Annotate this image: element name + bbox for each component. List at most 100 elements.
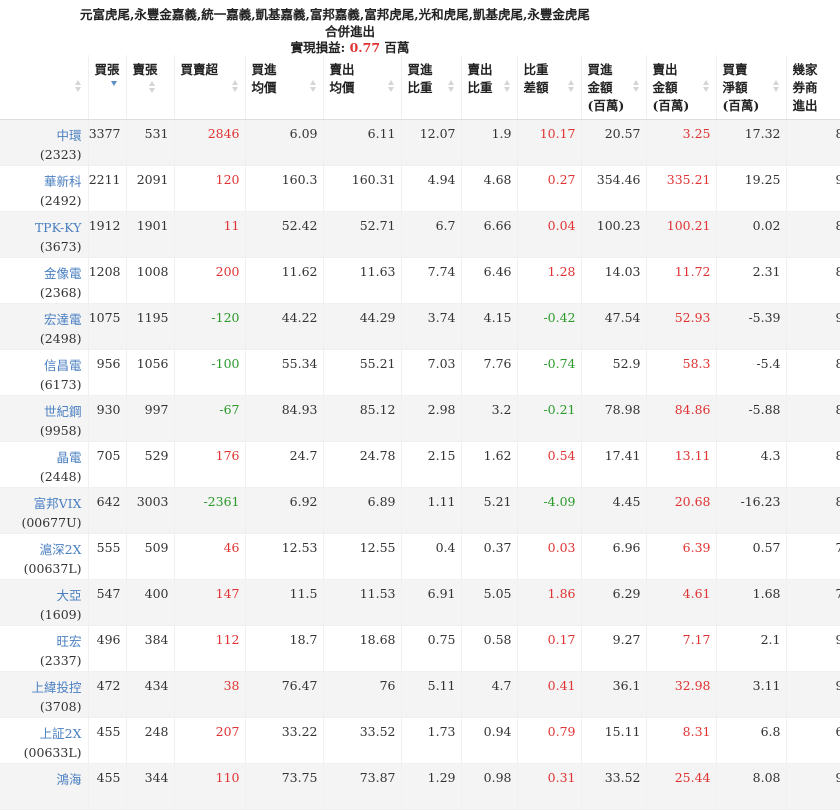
cell-diff: -4.09: [517, 487, 582, 534]
sort-icon[interactable]: [772, 78, 780, 94]
stock-cell[interactable]: 信昌電 (6173): [0, 349, 89, 396]
cell-sw: 6.46: [461, 257, 518, 304]
stock-code: (3708): [39, 698, 82, 714]
sort-desc-icon[interactable]: [110, 79, 118, 88]
sort-icon[interactable]: [632, 78, 640, 94]
stock-cell[interactable]: 晶電 (2448): [0, 441, 89, 488]
cell-cnt: 8: [786, 349, 840, 396]
stock-name-link[interactable]: 富邦VIX: [0, 494, 82, 513]
stock-name-link[interactable]: 中環: [0, 126, 81, 145]
cell-net: -67: [174, 395, 246, 442]
cell-namt: 17.32: [716, 119, 787, 166]
stock-cell[interactable]: 旺宏 (2337): [0, 625, 89, 672]
cell-bavg: 18.7: [245, 625, 324, 672]
stock-cell[interactable]: 上緯投控 (3708): [0, 671, 89, 718]
sort-icon[interactable]: [309, 78, 317, 94]
stock-cell[interactable]: 宏達電 (2498): [0, 303, 89, 350]
stock-cell[interactable]: 世紀鋼 (9958): [0, 395, 89, 442]
table-row: 大亞 (1609) 547 400 147 11.5 11.53 6.91 5.05 1.86 6.…: [0, 579, 840, 626]
col-header-weight-diff[interactable]: 比重 差額: [517, 55, 582, 120]
col-header-sell-amount[interactable]: 賣出 金額 (百萬): [646, 55, 717, 120]
stock-code: (2448): [39, 468, 82, 484]
sort-icon[interactable]: [567, 78, 575, 94]
stock-cell[interactable]: 鴻海: [0, 763, 89, 810]
sort-icon[interactable]: [503, 78, 511, 94]
col-header-broker-count[interactable]: 幾家 券商 進出: [786, 55, 840, 120]
stock-name-link[interactable]: 信昌電: [0, 356, 82, 375]
cell-bamt: 6.96: [581, 533, 647, 580]
col-header-buy-amount[interactable]: 買進 金額 (百萬): [581, 55, 647, 120]
table-row: 鴻海 455 344 110 73.75 73.87 1.29 0.98 0.31 33.52 25…: [0, 763, 840, 810]
stock-name-link[interactable]: 上緯投控: [0, 678, 81, 697]
cell-sw: 0.98: [461, 763, 518, 810]
stock-cell[interactable]: 上証2X (00633L): [0, 717, 89, 764]
cell-buy: 1912: [88, 211, 127, 258]
cell-net: 147: [174, 579, 246, 626]
cell-sell: 248: [126, 717, 175, 764]
col-header-stock[interactable]: [0, 55, 89, 120]
cell-sell: 344: [126, 763, 175, 810]
cell-cnt: 8: [786, 211, 840, 258]
stock-code: (9958): [39, 422, 82, 438]
sort-icon[interactable]: [387, 78, 395, 94]
sort-icon[interactable]: [231, 78, 239, 94]
stock-cell[interactable]: 金像電 (2368): [0, 257, 89, 304]
stock-cell[interactable]: 滬深2X (00637L): [0, 533, 89, 580]
stock-cell[interactable]: 富邦VIX (00677U): [0, 487, 89, 534]
cell-diff: 0.79: [517, 717, 582, 764]
cell-bw: 1.29: [401, 763, 462, 810]
cell-sw: 7.76: [461, 349, 518, 396]
cell-bavg: 44.22: [245, 303, 324, 350]
stock-name-link[interactable]: 上証2X: [0, 724, 82, 743]
stock-cell[interactable]: 大亞 (1609): [0, 579, 89, 626]
stock-name-link[interactable]: TPK-KY: [0, 218, 82, 237]
stock-name-link[interactable]: 滬深2X: [0, 540, 82, 559]
cell-sw: 5.05: [461, 579, 518, 626]
stock-name-link[interactable]: 金像電: [0, 264, 82, 283]
cell-bavg: 160.3: [245, 165, 324, 212]
cell-samt: 58.3: [646, 349, 717, 396]
cell-bw: 2.98: [401, 395, 462, 442]
col-header-net-amount[interactable]: 買賣 淨額 (百萬): [716, 55, 787, 120]
cell-diff: -0.42: [517, 303, 582, 350]
stock-code: (00633L): [23, 744, 82, 760]
stock-name-link[interactable]: 晶電: [0, 448, 81, 467]
cell-bw: 7.74: [401, 257, 462, 304]
col-header-buy-weight[interactable]: 買進 比重: [401, 55, 462, 120]
stock-cell[interactable]: TPK-KY (3673): [0, 211, 89, 258]
col-header-sell-avg[interactable]: 賣出 均價: [323, 55, 402, 120]
col-header-sell-weight[interactable]: 賣出 比重: [461, 55, 518, 120]
cell-sell: 529: [126, 441, 175, 488]
cell-namt: 0.02: [716, 211, 787, 258]
cell-bamt: 17.41: [581, 441, 647, 488]
stock-name-link[interactable]: 旺宏: [0, 632, 81, 651]
sort-icon[interactable]: [702, 78, 710, 94]
cell-bw: 2.15: [401, 441, 462, 488]
cell-bamt: 14.03: [581, 257, 647, 304]
stock-name-link[interactable]: 世紀鋼: [0, 402, 82, 421]
cell-net: 200: [174, 257, 246, 304]
cell-bavg: 33.22: [245, 717, 324, 764]
cell-buy: 930: [88, 395, 127, 442]
cell-buy: 455: [88, 763, 127, 810]
col-header-net-lots[interactable]: 買賣超: [174, 55, 246, 120]
cell-samt: 7.17: [646, 625, 717, 672]
sort-icon[interactable]: [74, 78, 82, 94]
stock-name-link[interactable]: 鴻海: [0, 770, 81, 789]
stock-name-link[interactable]: 大亞: [0, 586, 81, 605]
cell-bavg: 6.92: [245, 487, 324, 534]
col-header-buy-lots[interactable]: 買張: [88, 55, 127, 120]
cell-savg: 6.89: [323, 487, 402, 534]
cell-cnt: 8: [786, 119, 840, 166]
cell-sell: 384: [126, 625, 175, 672]
col-header-sell-lots[interactable]: 賣張: [126, 55, 175, 120]
stock-name-link[interactable]: 華新科: [0, 172, 82, 191]
cell-bavg: 76.47: [245, 671, 324, 718]
col-header-buy-avg[interactable]: 買進 均價: [245, 55, 324, 120]
cell-bavg: 55.34: [245, 349, 324, 396]
sort-icon[interactable]: [148, 79, 156, 95]
stock-name-link[interactable]: 宏達電: [0, 310, 82, 329]
stock-cell[interactable]: 中環 (2323): [0, 119, 89, 166]
sort-icon[interactable]: [447, 78, 455, 94]
stock-cell[interactable]: 華新科 (2492): [0, 165, 89, 212]
